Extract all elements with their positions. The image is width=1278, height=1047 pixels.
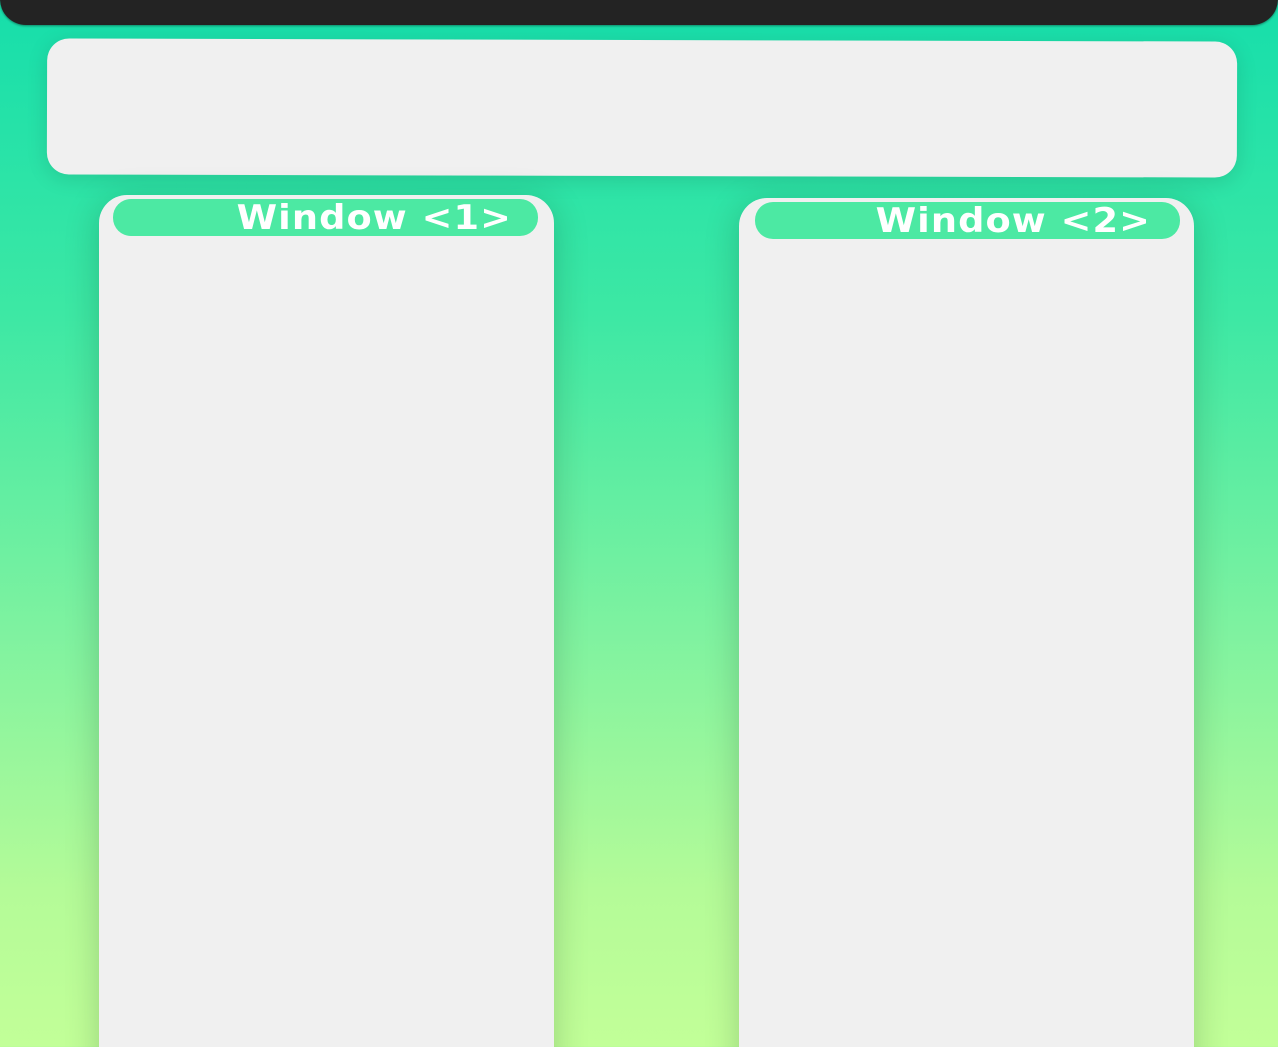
header-panel: [46, 38, 1238, 178]
window-2-title: Window <2>: [875, 200, 1151, 241]
window-2-title-bar[interactable]: Window <2>: [755, 202, 1180, 239]
window-1-title-bar[interactable]: Window <1>: [113, 199, 538, 236]
window-1: Window <1>: [99, 195, 554, 1047]
window-1-title: Window <1>: [236, 197, 512, 238]
top-bar: [0, 0, 1278, 25]
window-2: Window <2>: [739, 198, 1194, 1047]
